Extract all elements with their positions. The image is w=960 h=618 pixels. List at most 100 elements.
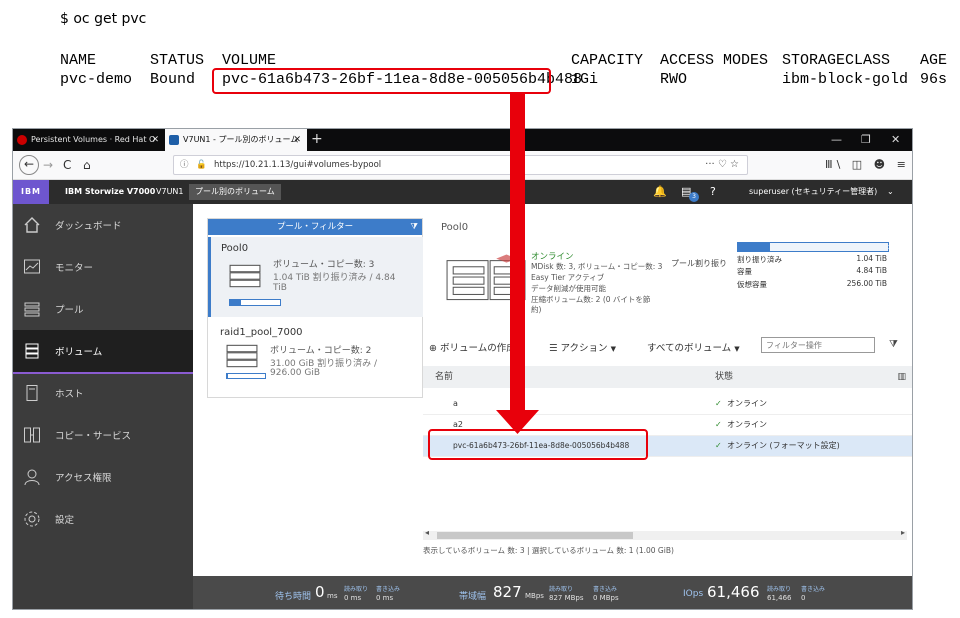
close-tab-icon[interactable]: ✕: [293, 129, 301, 151]
pool-item-pool0[interactable]: Pool0 ボリューム・コピー数: 3 1.04 TiB 割り振り済み / 4.…: [208, 237, 423, 317]
sidebar-item-settings[interactable]: 設定: [13, 498, 193, 540]
info-icon[interactable]: ⓘ: [180, 156, 189, 174]
pool-detail-icon: [446, 254, 526, 301]
horizontal-scrollbar[interactable]: ◂ ▸: [423, 528, 907, 540]
sidebar-item-label: ダッシュボード: [55, 221, 122, 232]
gui-volume-highlight: [428, 429, 648, 460]
terminal-header-access: ACCESS MODES: [660, 52, 769, 69]
check-icon: ✓: [715, 399, 722, 408]
scroll-right-icon[interactable]: ▸: [901, 528, 905, 537]
tab-persistent-volumes[interactable]: Persistent Volumes · Red Hat O ✕: [13, 129, 165, 151]
scroll-left-icon[interactable]: ◂: [425, 528, 429, 537]
pool-filter-panel: プール・フィルター ⧩ Pool0 ボリューム・コピー数: 3 1.04 TiB…: [207, 218, 423, 398]
pool-usage-bar: [229, 299, 281, 306]
pool-info-reduction: データ削減が使用可能: [531, 284, 606, 293]
check-icon: ✓: [715, 420, 722, 429]
sidebar-item-label: ホスト: [55, 389, 84, 400]
pool-volume-count: ボリューム・コピー数: 3: [273, 260, 375, 270]
bandwidth-unit: MBps: [525, 592, 544, 600]
breadcrumb-page[interactable]: プール別のボリューム: [189, 184, 281, 200]
minimize-icon[interactable]: —: [831, 129, 842, 151]
sidebar-item-volumes[interactable]: ボリューム: [13, 330, 193, 374]
address-bar[interactable]: ⓘ 🔓 https://10.21.1.13/gui#volumes-bypoo…: [173, 155, 748, 175]
pool-name: Pool0: [221, 243, 249, 254]
tab-volumes-by-pool[interactable]: V7UN1 - プール別のボリューム ✕: [165, 129, 307, 151]
sidebar: ダッシュボード モニター プール ボリューム ホスト コピー・サービス アクセス…: [13, 204, 193, 609]
nav-bar: ← → C ⌂ ⓘ 🔓 https://10.21.1.13/gui#volum…: [13, 151, 912, 180]
pool-allocation-fill: [738, 243, 770, 251]
volume-state: オンライン: [727, 420, 767, 429]
caret-down-icon: ▼: [734, 345, 740, 353]
pool-info-mdisk: MDisk 数: 3, ボリューム・コピー数: 3: [531, 262, 663, 271]
tab-label: Persistent Volumes · Red Hat O: [31, 135, 156, 144]
maximize-icon[interactable]: ❐: [861, 129, 871, 151]
terminal-cell-name: pvc-demo: [60, 71, 133, 88]
terminal-command: $ oc get pvc: [60, 11, 147, 27]
reload-icon[interactable]: C: [63, 156, 71, 174]
all-volumes-menu[interactable]: すべてのボリューム ▼: [647, 340, 740, 354]
sidebar-item-label: プール: [55, 305, 84, 316]
url-text: https://10.21.1.13/gui#volumes-bypool: [214, 160, 382, 170]
sidebar-item-access[interactable]: アクセス権限: [13, 456, 193, 498]
iops-write-label: 書き込み: [801, 586, 826, 593]
lock-warning-icon[interactable]: 🔓: [196, 156, 207, 174]
ibm-logo: IBM: [13, 180, 49, 204]
scroll-thumb[interactable]: [437, 532, 633, 539]
bandwidth-label: 帯域幅: [459, 592, 487, 602]
latency-value: 0: [315, 583, 325, 601]
stat-capacity-value: 4.84 TiB: [856, 266, 887, 275]
page-actions-icons[interactable]: ··· ♡ ☆: [705, 156, 739, 174]
sidebar-item-pools[interactable]: プール: [13, 288, 193, 330]
system-name: V7UN1: [156, 187, 184, 196]
pool-name: raid1_pool_7000: [220, 327, 303, 338]
browser-window: Persistent Volumes · Red Hat O ✕ V7UN1 -…: [12, 128, 913, 610]
latency-write-label: 書き込み: [376, 586, 401, 593]
pool-storage-icon: [226, 344, 258, 368]
performance-status-bar: 待ち時間 0 ms 読み取り 0 ms 書き込み 0 ms 帯域幅 827 MB…: [193, 576, 912, 609]
filter-input[interactable]: [761, 337, 875, 353]
pool-item-raid1[interactable]: raid1_pool_7000 ボリューム・コピー数: 2 31.00 GiB …: [208, 323, 420, 393]
sidebar-item-copy-services[interactable]: コピー・サービス: [13, 414, 193, 456]
pool-info-easytier: Easy Tier アクティブ: [531, 273, 605, 282]
new-tab-icon[interactable]: +: [311, 129, 323, 149]
bandwidth-write-label: 書き込み: [593, 586, 618, 593]
pool-usage-fill: [230, 300, 241, 305]
pool-storage-icon: [229, 264, 261, 288]
caret-down-icon: ▼: [610, 345, 616, 353]
bandwidth-read: 827 MBps: [549, 594, 584, 602]
close-tab-icon[interactable]: ✕: [151, 129, 159, 151]
filter-icon[interactable]: ⧩: [889, 339, 898, 350]
latency-unit: ms: [327, 592, 338, 600]
create-volume-button[interactable]: ⊕ ボリュームの作成: [429, 340, 516, 354]
sidebar-item-hosts[interactable]: ホスト: [13, 372, 193, 414]
grid-footer: 表示しているボリューム 数: 3 | 選択しているボリューム 数: 1 (1.0…: [423, 546, 674, 555]
sidebar-item-dashboard[interactable]: ダッシュボード: [13, 204, 193, 246]
columns-icon[interactable]: ▥: [897, 366, 906, 388]
app-header: IBM IBM Storwize V7000 V7UN1 プール別のボリューム …: [13, 180, 912, 204]
check-icon: ✓: [715, 441, 722, 450]
sidebar-item-label: コピー・サービス: [55, 431, 132, 442]
sidebar-item-label: ボリューム: [55, 347, 103, 358]
terminal-volume-highlight: [212, 68, 551, 94]
home-icon[interactable]: ⌂: [83, 156, 91, 174]
notifications-icon[interactable]: 🔔: [653, 180, 667, 204]
chevron-down-icon[interactable]: ⌄: [887, 180, 894, 204]
pool-usage-bar: [226, 373, 266, 379]
forward-icon[interactable]: →: [43, 156, 53, 174]
column-name[interactable]: 名前: [435, 366, 453, 388]
toolbar-icons[interactable]: Ⅲ\ ◫ ☻ ≡: [825, 156, 910, 174]
close-window-icon[interactable]: ✕: [891, 129, 900, 151]
sidebar-item-monitor[interactable]: モニター: [13, 246, 193, 288]
actions-menu[interactable]: ☰ アクション ▼: [549, 340, 616, 354]
filter-icon[interactable]: ⧩: [410, 219, 418, 235]
back-icon[interactable]: ←: [19, 155, 39, 175]
table-row[interactable]: a ✓ オンライン: [423, 394, 912, 415]
user-menu[interactable]: superuser (セキュリティー管理者): [749, 180, 877, 204]
column-state[interactable]: 状態: [715, 366, 733, 388]
stat-capacity-label: 容量: [737, 267, 752, 276]
terminal-cell-status: Bound: [150, 71, 196, 88]
ibm-favicon-icon: [169, 135, 179, 145]
terminal-header-volume: VOLUME: [222, 52, 277, 69]
task-count-badge: 3: [689, 192, 699, 202]
help-icon[interactable]: ?: [710, 180, 716, 204]
